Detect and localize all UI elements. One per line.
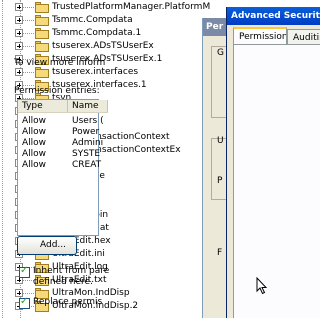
tree-item[interactable]: tsuserex.ADsTSUserEx bbox=[0, 40, 228, 53]
tree-item-label: Tsmmc.Compdata bbox=[52, 15, 133, 25]
permission-entries-list[interactable]: Type Name Allow Users ( Allow Power Allow Adm… bbox=[17, 99, 108, 236]
inherit-checkbox-label-line2: defined here. bbox=[33, 277, 93, 287]
tree-item[interactable]: Tsmmc.Compdata bbox=[0, 14, 228, 27]
permission-name: Users ( bbox=[72, 116, 104, 126]
info-text: To view more inform bbox=[14, 58, 106, 68]
permission-entries-label: Permission entries: bbox=[14, 86, 100, 96]
expand-icon[interactable] bbox=[15, 68, 23, 76]
permission-name: SYSTE bbox=[72, 149, 101, 159]
inherit-checkbox[interactable] bbox=[19, 265, 30, 278]
permission-entry-row[interactable]: Allow CREAT bbox=[18, 160, 102, 171]
folder-icon bbox=[35, 67, 49, 78]
tree-item[interactable]: TrustedPlatformManager.PlatformM bbox=[0, 1, 228, 14]
permission-entry-row[interactable]: Allow SYSTE bbox=[18, 149, 101, 160]
folder-icon bbox=[35, 28, 49, 39]
permission-type: Allow bbox=[22, 127, 47, 137]
folder-icon bbox=[35, 15, 49, 26]
tab-permissions[interactable]: Permissions bbox=[233, 27, 287, 44]
expand-icon[interactable] bbox=[15, 16, 23, 24]
permission-name: CREAT bbox=[72, 160, 102, 170]
permission-type: Allow bbox=[22, 138, 47, 148]
advanced-security-dialog: Advanced Security S Permissions Auditin bbox=[226, 7, 320, 318]
group-label: F bbox=[217, 248, 223, 258]
tree-item-label: Tsmmc.Compdata.1 bbox=[52, 28, 142, 38]
tree-item[interactable]: Tsmmc.Compdata.1 bbox=[0, 27, 228, 40]
expand-icon[interactable] bbox=[15, 3, 23, 11]
mouse-cursor-icon bbox=[256, 277, 268, 295]
group-label: U bbox=[217, 136, 224, 146]
tab-panel bbox=[233, 44, 320, 318]
dialog-title-bar[interactable]: Advanced Security S bbox=[227, 7, 320, 25]
permission-type: Allow bbox=[22, 116, 47, 126]
add-button[interactable]: Add... bbox=[17, 236, 77, 255]
tree-item-label: TrustedPlatformManager.PlatformM bbox=[52, 2, 211, 12]
permission-name: Admini bbox=[72, 138, 104, 148]
column-header-type[interactable]: Type bbox=[18, 100, 68, 113]
permission-entry-row[interactable]: Allow Admini bbox=[18, 138, 103, 149]
permission-type: Allow bbox=[22, 149, 47, 159]
group-label: P bbox=[217, 176, 223, 186]
column-header-name[interactable]: Name bbox=[68, 100, 108, 113]
permission-name: Power bbox=[72, 127, 100, 137]
expand-icon[interactable] bbox=[15, 42, 23, 50]
expand-icon[interactable] bbox=[15, 29, 23, 37]
group-label: G bbox=[217, 48, 224, 58]
tab-auditing[interactable]: Auditin bbox=[287, 29, 320, 44]
permission-type: Allow bbox=[22, 160, 47, 170]
permission-entry-row[interactable]: Allow Users ( bbox=[18, 116, 104, 127]
tree-item-label: tsuserex.ADsTSUserEx bbox=[52, 41, 154, 51]
inherit-checkbox-label: Inherit from pare bbox=[33, 266, 110, 276]
folder-icon bbox=[35, 41, 49, 52]
folder-icon bbox=[35, 2, 49, 13]
permission-entry-row[interactable]: Allow Power bbox=[18, 127, 100, 138]
replace-permissions-checkbox[interactable] bbox=[19, 296, 30, 309]
replace-permissions-label: Replace permis bbox=[33, 297, 103, 307]
